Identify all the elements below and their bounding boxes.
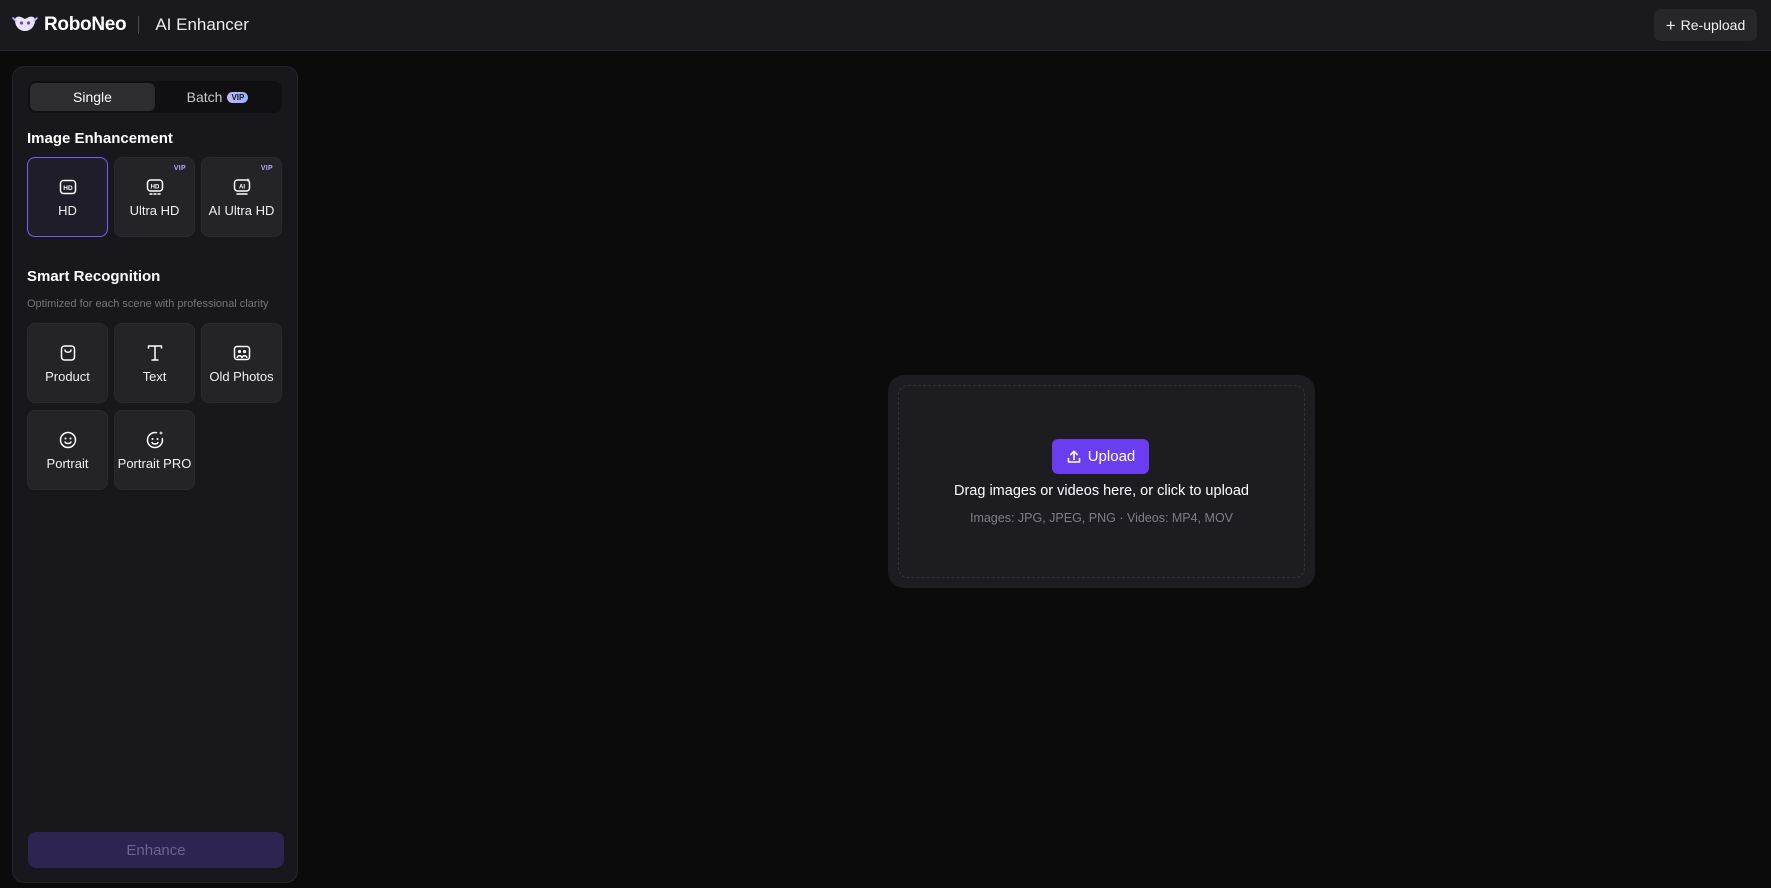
image-enhancement-title: Image Enhancement [27,130,173,147]
reupload-label: Re-upload [1680,17,1746,33]
dropzone-border [898,385,1305,578]
svg-text:HD: HD [150,184,159,190]
ai-ultra-hd-icon: AI [233,177,250,195]
dropzone-formats: Images: JPG, JPEG, PNG · Videos: MP4, MO… [969,511,1234,525]
option-ultra-hd-label: Ultra HD [129,202,180,218]
settings-panel: Single Batch VIP Image Enhancement HD HD… [12,66,298,883]
option-product[interactable]: Product [27,323,108,403]
option-portrait-pro[interactable]: Portrait PRO [114,410,195,490]
smile-pro-icon [146,430,163,448]
bag-icon [60,344,75,361]
upload-label: Upload [1087,448,1136,465]
brand-name: RoboNeo [44,14,127,35]
upload-icon [1067,450,1081,463]
tab-single-label: Single [73,89,112,105]
product-title: AI Enhancer [155,15,249,34]
option-text-label: Text [142,368,167,384]
top-bar: RoboNeo AI Enhancer + Re-upload [0,0,1771,51]
option-old-photos[interactable]: Old Photos [201,323,282,403]
svg-text:HD: HD [63,185,73,192]
option-portrait-label: Portrait [46,455,89,471]
dropzone-title: Drag images or videos here, or click to … [954,483,1249,499]
option-portrait[interactable]: Portrait [27,410,108,490]
hd-icon: HD [59,179,76,194]
option-old-photos-label: Old Photos [209,368,274,384]
upload-button[interactable]: Upload [1052,439,1149,474]
option-hd[interactable]: HD HD [27,157,108,237]
option-ai-ultra-hd[interactable]: VIP AI AI Ultra HD [201,157,282,237]
tab-batch[interactable]: Batch VIP [155,83,280,111]
svg-text:AI: AI [239,184,245,190]
mode-tabs: Single Batch VIP [28,81,282,113]
tab-single[interactable]: Single [30,83,155,111]
option-portrait-pro-label: Portrait PRO [117,455,192,471]
option-product-label: Product [45,368,90,384]
smile-icon [59,431,76,448]
brand[interactable]: RoboNeo AI Enhancer [12,12,249,38]
option-ai-ultra-hd-label: AI Ultra HD [208,202,275,218]
option-text[interactable]: Text [114,323,195,403]
text-icon [147,344,162,361]
option-ultra-hd[interactable]: VIP HD Ultra HD [114,157,195,237]
smart-recognition-subtitle: Optimized for each scene with profession… [27,298,269,310]
photo-icon [233,345,250,360]
plus-icon: + [1665,15,1676,35]
smart-recognition-title: Smart Recognition [27,268,161,285]
tab-batch-label: Batch [186,89,223,105]
enhance-label: Enhance [126,841,186,859]
option-hd-label: HD [58,202,77,218]
enhance-button[interactable]: Enhance [28,832,284,868]
vip-badge: VIP [227,91,249,103]
vip-badge: VIP [173,165,186,172]
reupload-button[interactable]: + Re-upload [1654,9,1757,41]
vip-badge: VIP [260,165,273,172]
ultra-hd-icon: HD [146,178,163,195]
roboneo-logo-icon [12,16,38,31]
brand-divider [138,16,140,34]
upload-dropzone[interactable]: Upload Drag images or videos here, or cl… [888,375,1315,588]
